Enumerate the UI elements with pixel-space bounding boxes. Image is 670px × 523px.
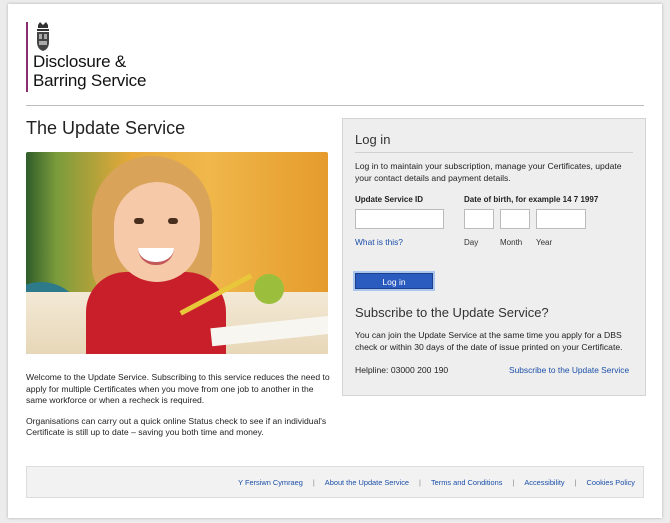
what-is-this-link[interactable]: What is this? [355, 237, 403, 247]
login-heading: Log in [355, 132, 391, 147]
intro-paragraph-2: Organisations can carry out a quick onli… [26, 415, 327, 438]
login-button[interactable]: Log in [355, 273, 433, 289]
page: Disclosure & Barring Service The Update … [8, 4, 662, 518]
footer-link-cookies[interactable]: Cookies Policy [587, 478, 635, 487]
login-description: Log in to maintain your subscription, ma… [355, 161, 622, 183]
subscribe-link[interactable]: Subscribe to the Update Service [509, 365, 629, 375]
hero-eye-right [168, 218, 178, 224]
update-id-label: Update Service ID [355, 195, 424, 204]
intro-text: Welcome to the Update Service. Subscribi… [26, 372, 331, 448]
hero-shirt [86, 272, 226, 354]
footer-separator: | [419, 478, 421, 487]
footer-link-accessibility[interactable]: Accessibility [524, 478, 564, 487]
footer-separator: | [512, 478, 515, 487]
dob-year-input[interactable] [536, 209, 586, 229]
login-divider [355, 152, 633, 153]
footer-separator: | [312, 478, 315, 487]
login-panel: Log in Log in to maintain your subscript… [342, 118, 646, 396]
footer-separator: | [574, 478, 577, 487]
subscribe-heading: Subscribe to the Update Service? [355, 305, 549, 320]
dob-label: Date of birth, for example 14 7 1997 [464, 195, 599, 204]
page-title: The Update Service [26, 118, 186, 138]
footer-link-welsh[interactable]: Y Fersiwn Cymraeg [238, 478, 303, 487]
royal-crest-icon [37, 22, 49, 51]
month-label: Month [500, 238, 523, 247]
header-divider [26, 105, 644, 106]
day-label: Day [464, 238, 479, 247]
logo-accent-bar [26, 22, 28, 92]
brand-line-2: Barring Service [33, 71, 147, 90]
hero-eye-left [134, 218, 144, 224]
dob-day-input[interactable] [464, 209, 494, 229]
footer: Y Fersiwn Cymraeg | About the Update Ser… [26, 466, 644, 498]
intro-paragraph-1: Welcome to the Update Service. Subscribi… [26, 372, 330, 406]
year-label: Year [536, 238, 553, 247]
hero-apple [254, 274, 284, 304]
footer-link-about[interactable]: About the Update Service [325, 478, 409, 487]
brand-line-1: Disclosure & [33, 52, 127, 71]
update-id-input[interactable] [355, 209, 444, 229]
hero-image [26, 152, 328, 354]
brand-name: Disclosure & Barring Service [33, 52, 233, 90]
subscribe-description: You can join the Update Service at the s… [355, 330, 623, 352]
helpline-number: Helpline: 03000 200 190 [355, 365, 449, 375]
footer-link-terms[interactable]: Terms and Conditions [431, 478, 502, 487]
dob-month-input[interactable] [500, 209, 530, 229]
hero-face [114, 182, 200, 282]
footer-links: Y Fersiwn Cymraeg | About the Update Ser… [238, 478, 635, 487]
